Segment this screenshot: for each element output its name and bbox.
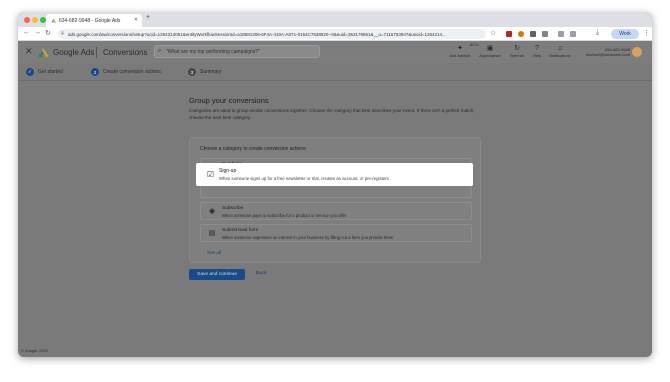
form-icon: ▤	[208, 230, 216, 237]
ads-advisor-label: Ads Advisor	[449, 53, 471, 58]
card-title: Choose a category to create conversion a…	[200, 146, 306, 152]
step-label: Summary	[200, 69, 222, 75]
main-content: Group your conversions Categories are us…	[18, 81, 652, 357]
option-subtitle: When someone expresses an interest in yo…	[222, 234, 394, 240]
refresh-label: Refresh	[509, 53, 524, 58]
new-tab-icon[interactable]: +	[146, 14, 150, 21]
back-arrow-icon[interactable]: ←	[23, 29, 30, 36]
see-all-link[interactable]: See all	[207, 250, 221, 255]
extension-2-icon[interactable]	[518, 31, 524, 37]
browser-menu-icon[interactable]: ⋮	[643, 29, 650, 37]
browser-toolbar: ← → ↻ ⌾ ads.google.com/aw/conversions/se…	[18, 27, 652, 41]
google-ads-favicon-icon	[51, 18, 56, 23]
step-check-icon: ✓	[26, 68, 34, 76]
browser-tab[interactable]: 634-682-9948 - Google Ads ✕	[46, 14, 142, 27]
step-label: Create conversion actions	[103, 69, 161, 75]
site-info-icon[interactable]: ⌾	[61, 31, 64, 37]
option-subscribe[interactable]: ◉ Subscribe When someone pays to subscri…	[200, 202, 472, 220]
help-label: Help	[532, 53, 542, 58]
option-subtitle: When someone signs up for a free newslet…	[219, 175, 389, 181]
ads-header: ✕ Google Ads Conversions ⌕ "What are my …	[18, 41, 652, 63]
progress-stepper: ✓ Get started 2 Create conversion action…	[18, 63, 652, 81]
extensions-puzzle-icon[interactable]	[558, 31, 564, 37]
notifications-button[interactable]: ♫ Notifications	[547, 44, 573, 58]
close-flow-icon[interactable]: ✕	[25, 46, 33, 57]
download-icon[interactable]: ⤓	[596, 29, 599, 37]
reload-icon[interactable]: ↻	[45, 29, 51, 37]
appearance-icon: ▣	[486, 45, 494, 52]
side-panel-icon[interactable]	[570, 31, 576, 37]
signup-icon: ☑	[206, 170, 215, 179]
profile-label: Work	[619, 31, 631, 37]
appearance-label: Appearance	[479, 53, 501, 58]
notifications-label: Notifications	[549, 53, 571, 58]
step-label: Get started	[38, 69, 63, 75]
step-get-started[interactable]: ✓ Get started	[26, 68, 63, 76]
section-heading: Group your conversions	[189, 96, 269, 105]
url-text: ads.google.com/aw/conversions/setup?ocid…	[68, 31, 446, 37]
search-input[interactable]: ⌕ "What are my top performing campaigns?…	[154, 45, 320, 58]
bell-icon: ♫	[557, 45, 563, 52]
save-button-label: Save and continue	[197, 272, 237, 277]
tab-strip: 634-682-9948 - Google Ads ✕ +	[18, 12, 652, 27]
tab-title: 634-682-9948 - Google Ads	[59, 17, 121, 24]
copyright-text: © Google, 2023.	[21, 349, 49, 353]
option-title: Subscribe	[222, 205, 244, 211]
option-title: Submit lead form	[222, 227, 259, 233]
sparkle-icon: ✦	[457, 45, 463, 52]
ads-advisor-button[interactable]: ✦ Ads Advisor	[447, 44, 473, 58]
avatar[interactable]	[632, 47, 642, 57]
page-title: Conversions	[103, 48, 148, 57]
search-placeholder: "What are my top performing campaigns?"	[166, 48, 260, 55]
step-number: 3	[188, 68, 196, 76]
extension-1-icon[interactable]	[506, 31, 512, 37]
close-window-button[interactable]	[24, 17, 30, 23]
step-summary[interactable]: 3 Summary	[188, 68, 221, 76]
header-divider	[96, 47, 97, 58]
bookmark-star-icon[interactable]: ☆	[490, 29, 496, 37]
extension-3-icon[interactable]	[530, 31, 536, 37]
address-bar[interactable]: ⌾ ads.google.com/aw/conversions/setup?oc…	[58, 29, 486, 39]
google-ads-logo-icon	[38, 48, 49, 58]
option-sign-up[interactable]: ☑ Sign-up When someone signs up for a fr…	[196, 163, 473, 186]
option-submit-lead-form[interactable]: ▤ Submit lead form When someone expresse…	[200, 224, 472, 242]
option-title: Sign-up	[219, 168, 237, 174]
account-email: michael@mesearch.com	[585, 52, 630, 57]
appearance-button[interactable]: ▣ Appearance	[477, 44, 503, 58]
subscribe-icon: ◉	[208, 208, 216, 215]
step-create-conversion-actions[interactable]: 2 Create conversion actions	[91, 68, 161, 76]
option-subtitle: When someone pays to subscribe for a pro…	[222, 212, 347, 218]
account-info[interactable]: 634-682-9948 michael@mesearch.com	[578, 47, 630, 57]
extension-4-icon[interactable]	[542, 31, 548, 37]
category-card: Choose a category to create conversion a…	[189, 137, 481, 263]
minimize-window-button[interactable]	[32, 17, 38, 23]
step-number: 2	[91, 68, 99, 76]
profile-button[interactable]: Work	[611, 29, 639, 39]
back-button[interactable]: Back	[256, 271, 267, 276]
search-icon: ⌕	[158, 48, 162, 54]
save-and-continue-button[interactable]: Save and continue	[189, 269, 245, 280]
forward-arrow-icon[interactable]: →	[34, 29, 41, 36]
close-tab-icon[interactable]: ✕	[134, 17, 138, 23]
brand-name: Google Ads	[53, 48, 95, 57]
section-description: Categories are used to group similar con…	[189, 108, 475, 120]
